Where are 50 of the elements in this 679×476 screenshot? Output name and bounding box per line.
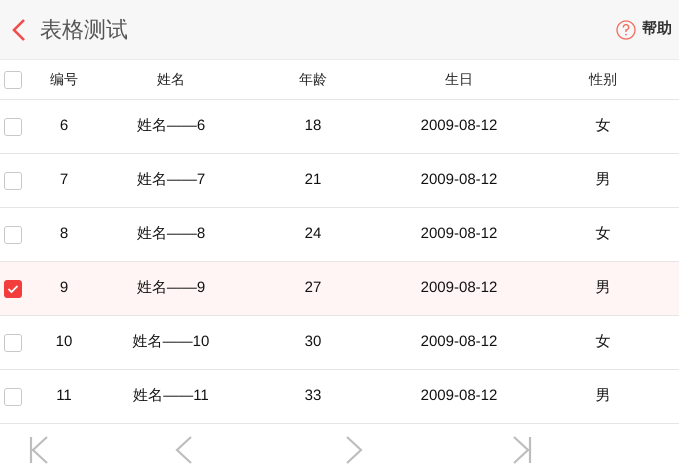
table-row[interactable]: 9 姓名——9 27 2009-08-12 男 — [0, 262, 679, 316]
table-cell-text: 女 — [596, 224, 610, 244]
checkbox[interactable] — [4, 388, 22, 406]
table-cell-text: 姓名——6 — [136, 116, 206, 136]
table-cell-text: 10 — [56, 332, 72, 352]
table-cell-text: 男 — [596, 170, 610, 190]
table-cell-text: 21 — [304, 170, 322, 190]
table-cell-text: 2009-08-12 — [420, 224, 498, 244]
table-cell-text: 24 — [304, 224, 322, 244]
column-header: 姓名 — [157, 70, 185, 89]
table-cell-text: 30 — [304, 332, 322, 352]
column-header: 性别 — [589, 70, 617, 89]
checkbox[interactable] — [4, 70, 22, 88]
table-cell-text: 2009-08-12 — [420, 278, 498, 298]
table-cell-text: 9 — [60, 278, 68, 298]
back-icon[interactable] — [12, 18, 26, 42]
first-page-button[interactable] — [28, 434, 50, 466]
table-cell-text: 姓名——7 — [136, 170, 206, 190]
checkbox[interactable] — [4, 334, 22, 352]
table-cell-text: 6 — [60, 116, 68, 136]
checkbox[interactable] — [4, 118, 22, 136]
table-cell-text: 2009-08-12 — [420, 116, 498, 136]
checkbox[interactable] — [4, 172, 22, 190]
table-cell-text: 男 — [596, 386, 610, 406]
column-header: 生日 — [445, 70, 473, 89]
table-cell-text: 男 — [596, 278, 610, 298]
table-cell-text: 2009-08-12 — [420, 170, 498, 190]
table-cell-text: 姓名——11 — [133, 386, 209, 406]
column-header: 年龄 — [299, 70, 327, 89]
help-icon — [616, 20, 636, 40]
table-cell-text: 2009-08-12 — [420, 332, 498, 352]
table-cell-text: 2009-08-12 — [420, 386, 498, 406]
help-button[interactable]: 帮助 — [616, 18, 672, 41]
table-cell-text: 8 — [60, 224, 68, 244]
column-header: 编号 — [50, 70, 78, 89]
last-page-button[interactable] — [511, 434, 533, 466]
table-cell-text: 11 — [56, 386, 72, 406]
checkmark-icon — [7, 284, 19, 294]
table-cell-text: 女 — [596, 332, 610, 352]
checkbox[interactable] — [4, 226, 22, 244]
table-cell-text: 女 — [596, 116, 610, 136]
table-cell-text: 姓名——9 — [136, 278, 206, 298]
table-cell-text: 姓名——10 — [132, 332, 210, 352]
table-cell-text: 33 — [304, 386, 322, 406]
table-cell-text: 27 — [304, 278, 322, 298]
checkbox[interactable] — [4, 280, 22, 298]
page-title: 表格测试 — [40, 16, 128, 44]
table-cell-text: 18 — [304, 116, 322, 136]
table-cell-text: 7 — [60, 170, 68, 190]
table-cell-text: 姓名——8 — [136, 224, 206, 244]
